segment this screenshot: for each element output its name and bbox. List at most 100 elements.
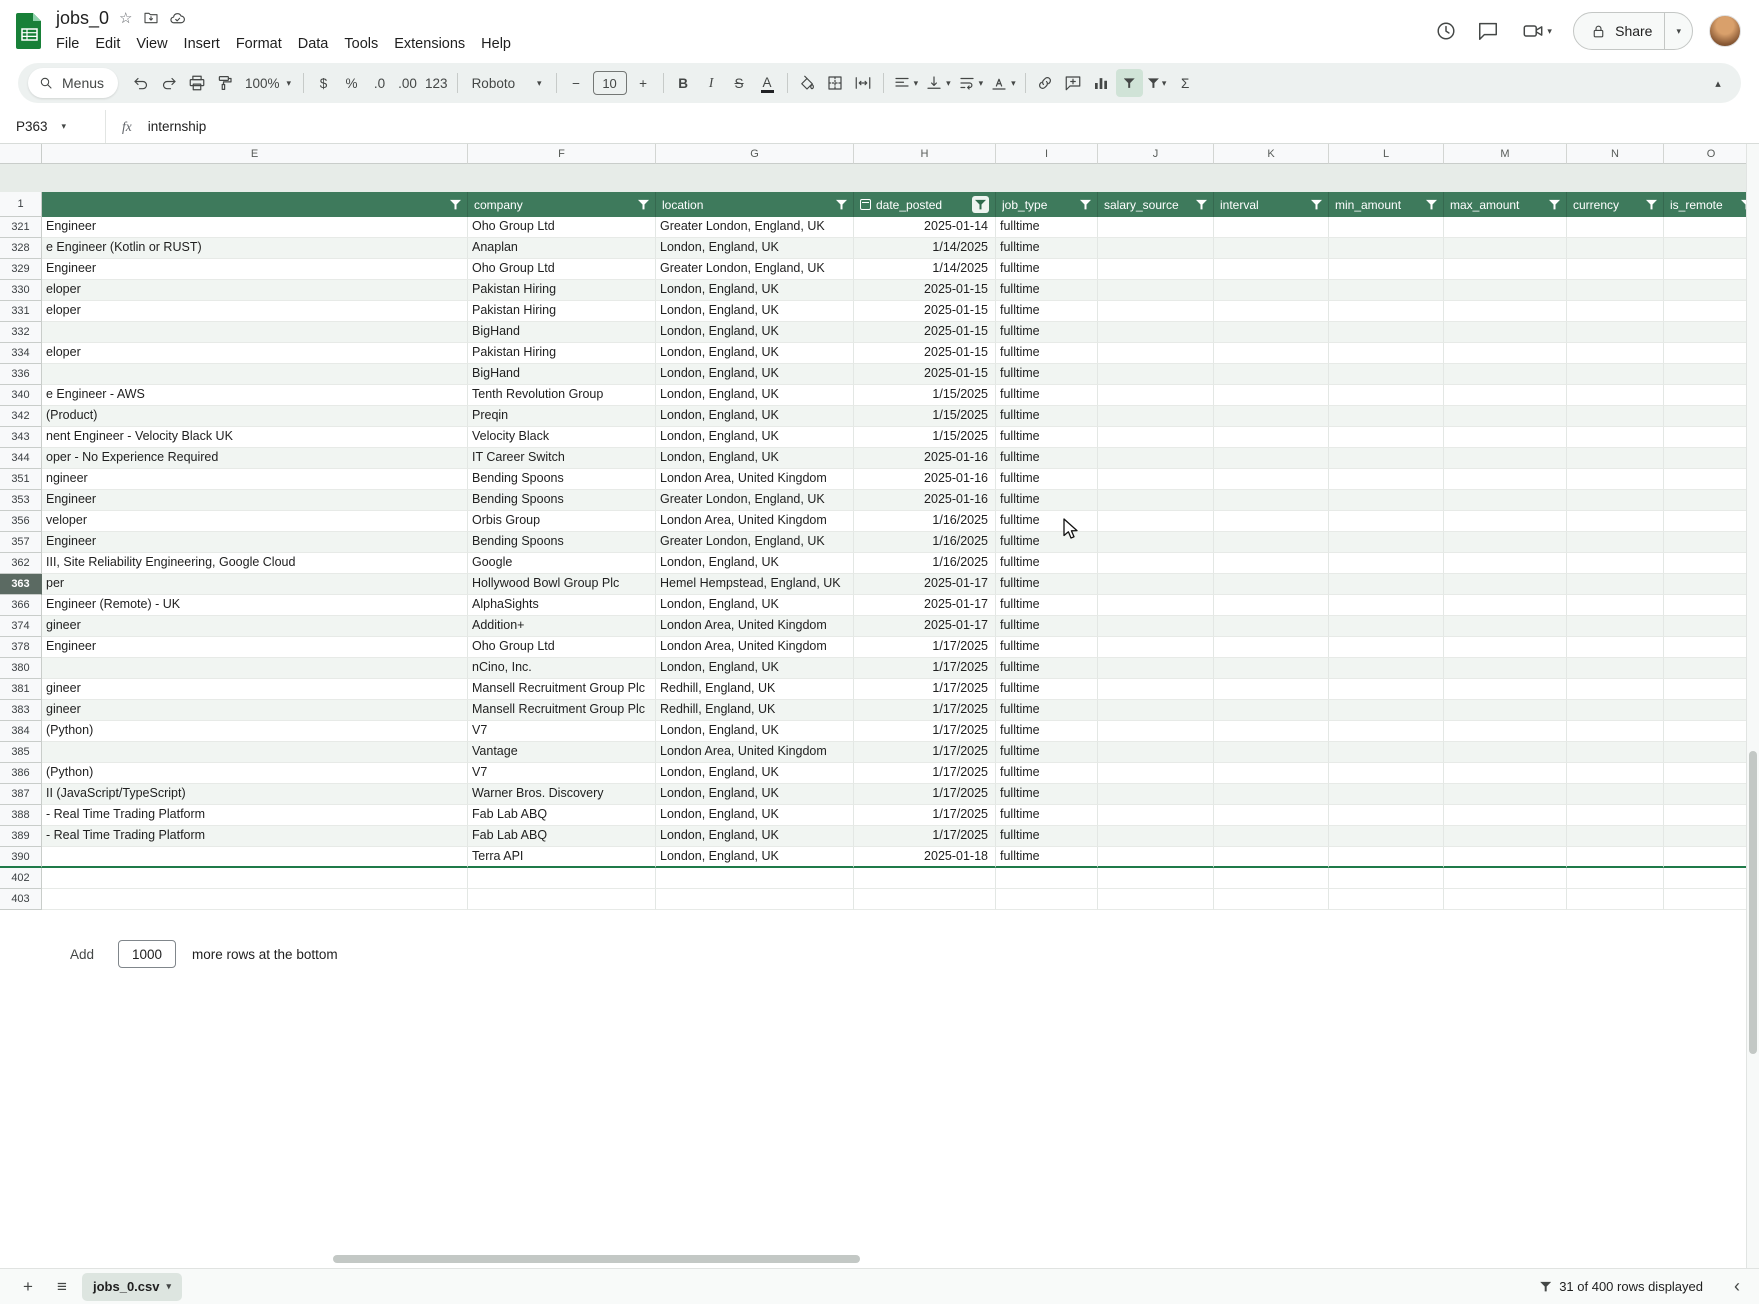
cell[interactable]	[1444, 343, 1567, 364]
vertical-scrollbar-thumb[interactable]	[1749, 751, 1757, 1054]
cell[interactable]	[1664, 595, 1759, 616]
meet-icon[interactable]: ▾	[1517, 18, 1557, 44]
cell[interactable]	[1098, 637, 1214, 658]
redo-button[interactable]	[155, 69, 182, 97]
cell[interactable]: V7	[468, 763, 656, 784]
cell[interactable]	[1098, 595, 1214, 616]
cell[interactable]	[1098, 364, 1214, 385]
cell[interactable]: fulltime	[996, 511, 1098, 532]
cell[interactable]: gineer	[42, 679, 468, 700]
column-header-company[interactable]: company	[468, 192, 656, 217]
cell[interactable]	[1664, 889, 1759, 910]
cell[interactable]	[1098, 805, 1214, 826]
cell[interactable]: Orbis Group	[468, 511, 656, 532]
cell[interactable]: fulltime	[996, 847, 1098, 868]
cell[interactable]	[1567, 427, 1664, 448]
decrease-decimal-button[interactable]: .0	[366, 69, 393, 97]
cell[interactable]	[1214, 490, 1329, 511]
cell[interactable]: fulltime	[996, 595, 1098, 616]
row-number[interactable]: 356	[0, 511, 42, 532]
filter-icon[interactable]	[1311, 199, 1322, 210]
italic-button[interactable]: I	[698, 69, 725, 97]
cell[interactable]	[1444, 679, 1567, 700]
row-number[interactable]: 378	[0, 637, 42, 658]
cell[interactable]	[1567, 259, 1664, 280]
cell[interactable]: 2025-01-15	[854, 301, 996, 322]
cell[interactable]	[1214, 343, 1329, 364]
cell[interactable]	[1098, 784, 1214, 805]
cell[interactable]	[1444, 301, 1567, 322]
cell[interactable]	[1329, 574, 1444, 595]
add-sheet-button[interactable]: +	[14, 1273, 42, 1301]
cell[interactable]	[42, 658, 468, 679]
cell[interactable]	[1329, 511, 1444, 532]
cell[interactable]: eloper	[42, 343, 468, 364]
cell[interactable]: 2025-01-16	[854, 490, 996, 511]
cell[interactable]	[1329, 784, 1444, 805]
column-header-location[interactable]: location	[656, 192, 854, 217]
collapse-panel-button[interactable]: ‹	[1721, 1272, 1753, 1302]
cell[interactable]	[42, 868, 468, 889]
move-folder-icon[interactable]	[143, 10, 159, 26]
cell[interactable]	[1567, 847, 1664, 868]
row-number[interactable]: 330	[0, 280, 42, 301]
cell[interactable]	[1098, 469, 1214, 490]
cell[interactable]	[1329, 238, 1444, 259]
cell[interactable]	[1214, 826, 1329, 847]
cell[interactable]: Greater London, England, UK	[656, 490, 854, 511]
cell[interactable]: 2025-01-15	[854, 280, 996, 301]
cell[interactable]: London, England, UK	[656, 301, 854, 322]
cell[interactable]	[1664, 847, 1759, 868]
cell[interactable]	[1444, 280, 1567, 301]
cell[interactable]: - Real Time Trading Platform	[42, 805, 468, 826]
row-number[interactable]: 362	[0, 553, 42, 574]
cell[interactable]	[1098, 280, 1214, 301]
cell[interactable]	[1567, 700, 1664, 721]
row-number[interactable]: 389	[0, 826, 42, 847]
cell[interactable]: 2025-01-17	[854, 574, 996, 595]
cell[interactable]	[1567, 742, 1664, 763]
row-number[interactable]: 328	[0, 238, 42, 259]
cell[interactable]	[1567, 868, 1664, 889]
cell[interactable]: Engineer	[42, 532, 468, 553]
column-letter-K[interactable]: K	[1214, 144, 1329, 164]
row-number[interactable]: 344	[0, 448, 42, 469]
cell[interactable]	[1214, 217, 1329, 238]
row-number[interactable]: 334	[0, 343, 42, 364]
cell[interactable]: London, England, UK	[656, 826, 854, 847]
cell[interactable]: fulltime	[996, 763, 1098, 784]
column-letter-E[interactable]: E	[42, 144, 468, 164]
font-size-input[interactable]: 10	[593, 71, 627, 95]
cell[interactable]: London, England, UK	[656, 406, 854, 427]
decrease-font-size-button[interactable]: −	[563, 69, 590, 97]
cell[interactable]	[1214, 784, 1329, 805]
cell[interactable]	[1664, 658, 1759, 679]
row-number[interactable]: 366	[0, 595, 42, 616]
row-number[interactable]: 385	[0, 742, 42, 763]
filter-active-icon[interactable]	[972, 196, 989, 213]
cell[interactable]: - Real Time Trading Platform	[42, 826, 468, 847]
cell[interactable]	[1329, 553, 1444, 574]
functions-button[interactable]: Σ	[1172, 69, 1199, 97]
cell[interactable]: London Area, United Kingdom	[656, 469, 854, 490]
menu-item-view[interactable]: View	[128, 33, 175, 55]
cell[interactable]	[1444, 490, 1567, 511]
cell[interactable]: V7	[468, 721, 656, 742]
cell[interactable]: gineer	[42, 700, 468, 721]
cell[interactable]: 1/17/2025	[854, 742, 996, 763]
cell[interactable]	[1444, 406, 1567, 427]
cell[interactable]	[1214, 889, 1329, 910]
paint-format-button[interactable]	[211, 69, 238, 97]
cell[interactable]	[1098, 217, 1214, 238]
cell[interactable]: Greater London, England, UK	[656, 217, 854, 238]
filter-icon[interactable]	[836, 199, 847, 210]
cell[interactable]: gineer	[42, 616, 468, 637]
cell[interactable]	[1567, 532, 1664, 553]
cell[interactable]: 2025-01-15	[854, 343, 996, 364]
cell[interactable]: (Python)	[42, 763, 468, 784]
column-letter-G[interactable]: G	[656, 144, 854, 164]
cell[interactable]	[854, 868, 996, 889]
column-letter-H[interactable]: H	[854, 144, 996, 164]
cell[interactable]: 2025-01-17	[854, 616, 996, 637]
row-number[interactable]: 340	[0, 385, 42, 406]
